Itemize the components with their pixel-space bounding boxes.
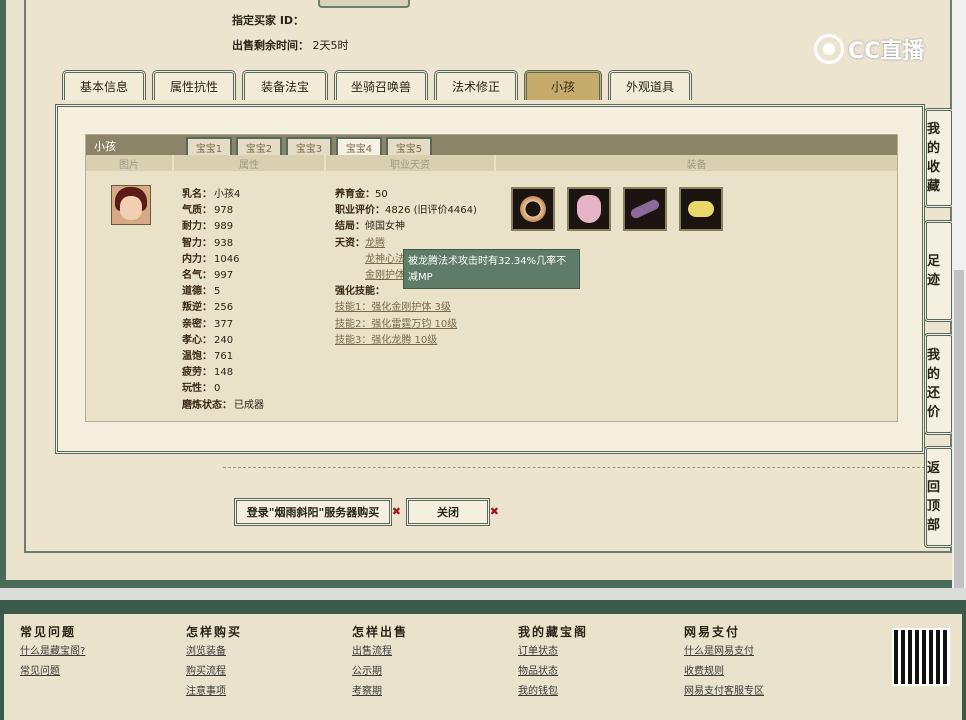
skill-link-3[interactable]: 技能3：强化龙腾 10级 (335, 335, 437, 346)
qr-code (892, 628, 950, 686)
tab-mounts-pets[interactable]: 坐骑召唤兽 (334, 70, 428, 100)
eval-row: 职业评价：4826 (旧评价4464) (335, 205, 477, 217)
child-attributes: 乳名： 小孩4 气质： 978 耐力： 989 智力： 938 内力： 1046 名气： 9… (182, 187, 264, 414)
column-header-image: 图片 (86, 155, 172, 171)
side-button-counter-offer[interactable]: 我的还价 (924, 333, 954, 435)
pouch-icon (577, 195, 601, 223)
tab-baby-4[interactable]: 宝宝4 (336, 137, 382, 155)
attr-row: 耐力： 989 (182, 221, 234, 233)
footer-link[interactable]: 考察期 (352, 682, 408, 702)
attr-row: 名气： 997 (182, 270, 234, 282)
shoes-icon (688, 201, 714, 217)
side-button-footprint[interactable]: 足迹 (924, 220, 954, 322)
tab-child[interactable]: 小孩 (524, 70, 602, 100)
tab-appearance-items[interactable]: 外观道具 (608, 70, 692, 100)
tab-basic-info[interactable]: 基本信息 (62, 70, 146, 100)
close-button[interactable]: 关闭 ✖ (406, 498, 499, 526)
side-button-favorites[interactable]: 我的收藏 (924, 108, 954, 208)
tab-baby-1[interactable]: 宝宝1 (186, 137, 232, 155)
main-content: 指定买家 ID： 出售剩余时间： 2天5时 CC直播 基本信息 属性抗性 装备法… (0, 0, 954, 588)
cc-logo-icon (814, 34, 844, 64)
remaining-time-label: 出售剩余时间： (232, 39, 309, 52)
tab-baby-3[interactable]: 宝宝3 (286, 137, 332, 155)
footer-link[interactable]: 我的钱包 (518, 682, 588, 702)
close-mark-icon: ✖ (391, 505, 401, 518)
horizontal-scrollbar[interactable] (0, 588, 966, 600)
equip-slot-3[interactable] (623, 187, 667, 231)
column-header-attributes: 属性 (174, 155, 324, 171)
close-mark-icon: ✖ (489, 505, 499, 518)
footer-link[interactable]: 什么是藏宝阁? (20, 642, 85, 662)
footer-link[interactable]: 物品状态 (518, 662, 588, 682)
attr-row: 孝心： 240 (182, 334, 234, 346)
ending-row: 结局：倾国女神 (335, 221, 405, 233)
attr-row: 内力： 1046 (182, 253, 240, 265)
attr-row: 玩性： 0 (182, 383, 221, 395)
top-button[interactable] (318, 0, 410, 8)
footer-column-netease-pay: 网易支付 什么是网易支付 收费规则 网易支付客服专区 (684, 622, 764, 702)
footer-column-my-account: 我的藏宝阁 订单状态 物品状态 我的钱包 (518, 622, 588, 702)
attr-row: 乳名： 小孩4 (182, 189, 241, 200)
attr-row: 叛逆： 256 (182, 302, 234, 314)
footer-column-faq: 常见问题 什么是藏宝阁? 常见问题 (20, 622, 85, 682)
attr-row: 智力： 938 (182, 237, 234, 249)
footer-link[interactable]: 注意事项 (186, 682, 242, 702)
footer-link[interactable]: 什么是网易支付 (684, 642, 764, 662)
attr-row: 道德： 5 (182, 286, 221, 298)
attr-row: 亲密： 377 (182, 318, 234, 330)
cc-live-logo: CC直播 (814, 33, 924, 65)
fee-row: 养育金：50 (335, 189, 388, 200)
ring-icon (520, 196, 546, 222)
child-avatar (111, 185, 151, 225)
remaining-time-value: 2天5时 (312, 39, 349, 52)
footer-link[interactable]: 常见问题 (20, 662, 85, 682)
column-header-equipment: 装备 (496, 155, 897, 171)
attr-row: 磨炼状态： 已成器 (182, 399, 264, 411)
buyer-id-line: 指定买家 ID： (232, 12, 304, 28)
detail-tabs: 基本信息 属性抗性 装备法宝 坐骑召唤兽 法术修正 小孩 外观道具 (62, 70, 692, 100)
attr-row: 气质： 978 (182, 205, 234, 217)
footer-link[interactable]: 网易支付客服专区 (684, 682, 764, 702)
footer-link[interactable]: 收费规则 (684, 662, 764, 682)
talent-tooltip: 被龙腾法术攻击时有32.34%几率不减MP (403, 249, 580, 289)
footer-link[interactable]: 订单状态 (518, 642, 588, 662)
scroll-icon (629, 198, 661, 220)
skill-link-1[interactable]: 技能1：强化金刚护体 3级 (335, 302, 451, 313)
equip-slot-1[interactable] (511, 187, 555, 231)
tab-baby-2[interactable]: 宝宝2 (236, 137, 282, 155)
footer-link[interactable]: 出售流程 (352, 642, 408, 662)
footer (0, 600, 966, 720)
equip-slot-4[interactable] (679, 187, 723, 231)
footer-column-how-to-sell: 怎样出售 出售流程 公示期 考察期 (352, 622, 408, 702)
equip-slot-2[interactable] (567, 187, 611, 231)
baby-tabs: 宝宝1 宝宝2 宝宝3 宝宝4 宝宝5 (186, 137, 432, 155)
talent-link-1[interactable]: 龙腾 (365, 238, 385, 249)
tab-attributes[interactable]: 属性抗性 (152, 70, 236, 100)
vertical-scrollbar[interactable] (952, 0, 966, 600)
cc-logo-text: CC直播 (848, 39, 925, 64)
scrollbar-thumb[interactable] (954, 270, 964, 600)
footer-column-how-to-buy: 怎样购买 浏览装备 购买流程 注意事项 (186, 622, 242, 702)
divider (223, 467, 925, 468)
tab-baby-5[interactable]: 宝宝5 (386, 137, 432, 155)
buyer-id-label: 指定买家 ID： (232, 14, 305, 27)
attr-row: 温饱： 761 (182, 351, 234, 363)
talent-link-3[interactable]: 金刚护体 (365, 270, 405, 281)
footer-link[interactable]: 购买流程 (186, 662, 242, 682)
attr-row: 疲劳： 148 (182, 367, 234, 379)
footer-link[interactable]: 公示期 (352, 662, 408, 682)
side-button-back-to-top[interactable]: 返回顶部 (924, 446, 954, 548)
column-header-career: 职业天资 (326, 155, 494, 171)
remaining-time-line: 出售剩余时间： 2天5时 (232, 37, 349, 53)
child-equipment (511, 187, 723, 231)
footer-link[interactable]: 浏览装备 (186, 642, 242, 662)
tab-spell-correction[interactable]: 法术修正 (434, 70, 518, 100)
child-title: 小孩 (94, 140, 116, 153)
skill-link-2[interactable]: 技能2：强化雷霆万钧 10级 (335, 319, 457, 330)
tab-equipment[interactable]: 装备法宝 (242, 70, 328, 100)
login-buy-button[interactable]: 登录"烟雨斜阳"服务器购买 ✖ (234, 498, 401, 526)
talent-link-2[interactable]: 龙神心法 (365, 254, 405, 265)
